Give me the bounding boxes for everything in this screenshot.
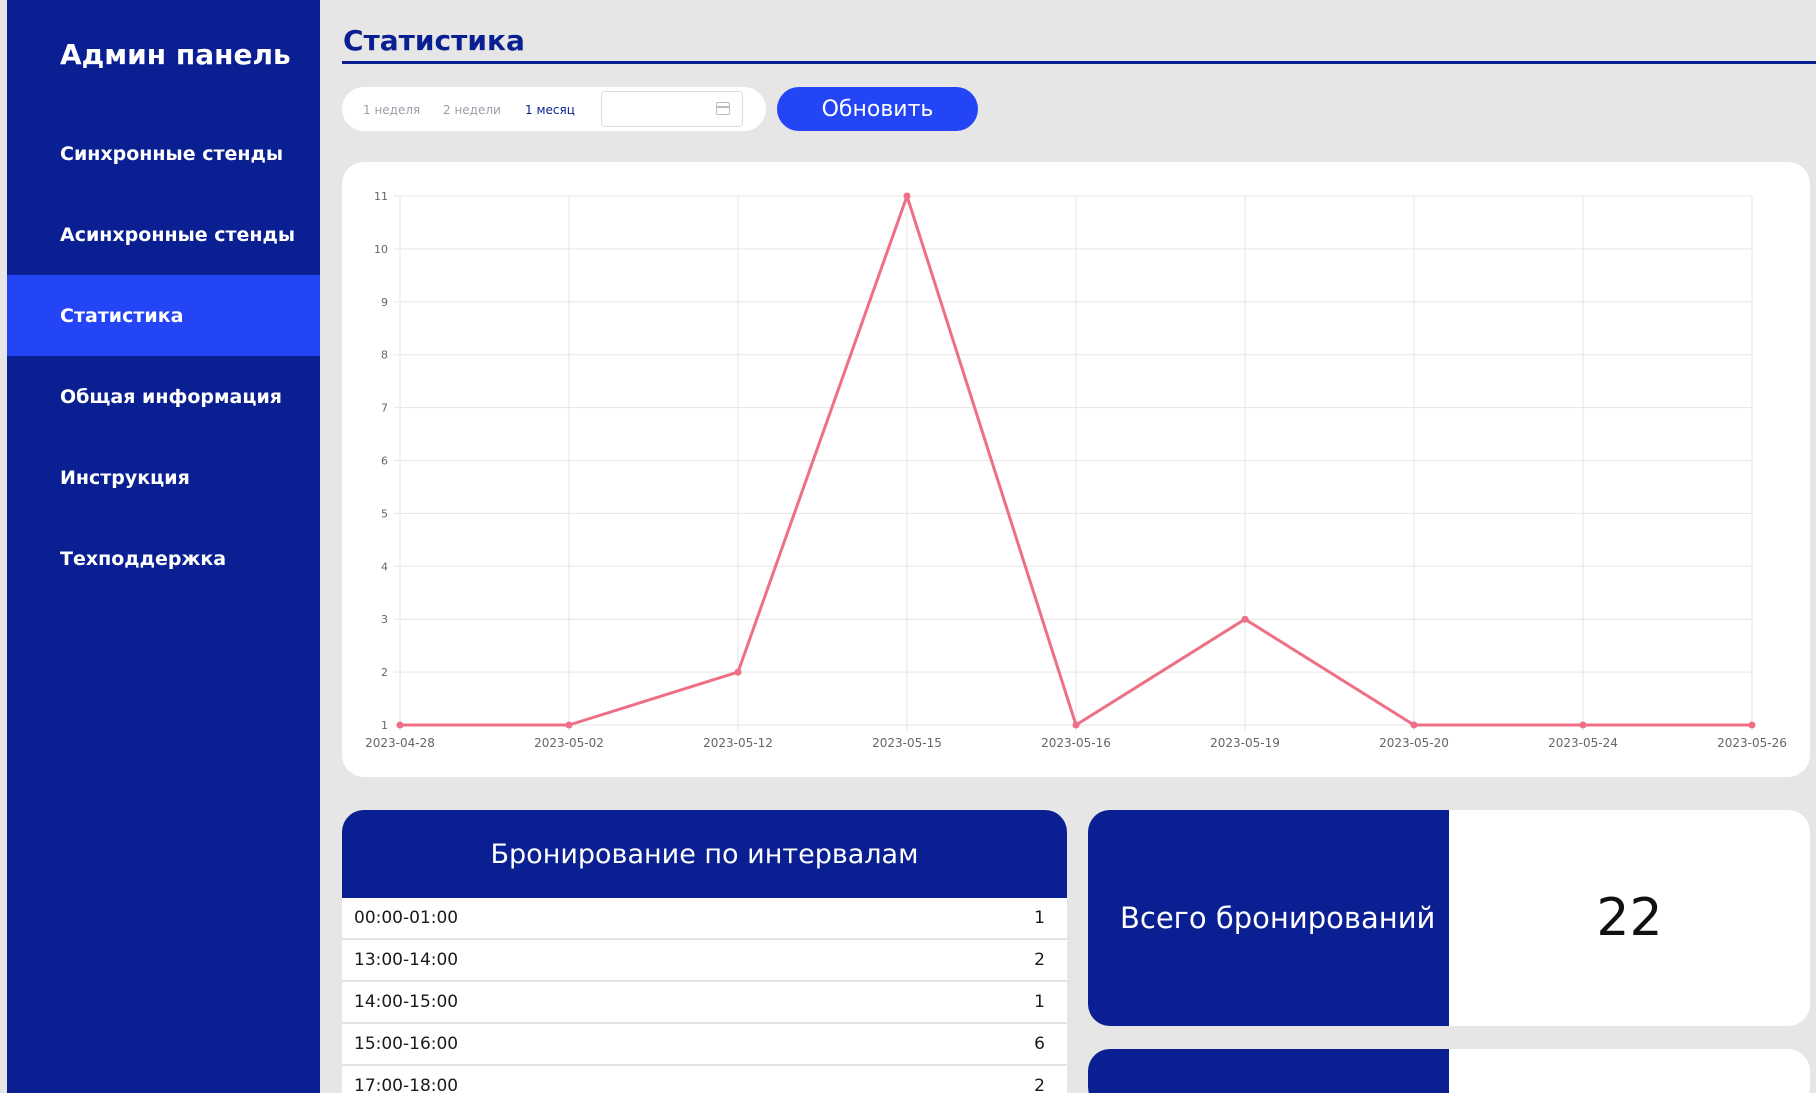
sidebar-item-async-stands[interactable]: Асинхронные стенды	[7, 194, 320, 275]
interval-count: 6	[1034, 1034, 1045, 1054]
y-tick-label: 5	[381, 507, 388, 520]
x-tick-label: 2023-05-12	[703, 736, 773, 750]
table-row: 15:00-16:00 6	[342, 1024, 1067, 1066]
x-tick-label: 2023-05-19	[1210, 736, 1280, 750]
table-row: 17:00-18:00 2	[342, 1066, 1067, 1093]
x-tick-label: 2023-05-02	[534, 736, 604, 750]
data-point	[1410, 721, 1418, 729]
sidebar: Админ панель Синхронные стенды Асинхронн…	[7, 0, 320, 1093]
sidebar-nav: Синхронные стенды Асинхронные стенды Ста…	[7, 113, 320, 599]
bookings-line-chart: 1 2 3 4 5 6 7 8 9 10 11 2023-04-28 2023-05-02 2023-05…	[365, 190, 1787, 750]
sidebar-item-sync-stands[interactable]: Синхронные стенды	[7, 113, 320, 194]
total-bookings-card: Всего бронирований 22	[1088, 810, 1810, 1026]
x-tick-label: 2023-05-20	[1379, 736, 1449, 750]
table-row: 00:00-01:00 1	[342, 898, 1067, 940]
period-1-week[interactable]: 1 неделя	[363, 103, 420, 117]
brand-title: Админ панель	[60, 38, 291, 71]
total-bookings-value: 22	[1596, 888, 1663, 948]
refresh-button[interactable]: Обновить	[777, 87, 978, 131]
data-point	[565, 721, 573, 729]
x-tick-label: 2023-05-24	[1548, 736, 1618, 750]
y-tick-label: 9	[381, 296, 388, 309]
period-2-weeks[interactable]: 2 недели	[443, 103, 501, 117]
y-tick-label: 6	[381, 455, 388, 468]
total-bookings-label: Всего бронирований	[1088, 810, 1449, 1026]
title-divider	[342, 61, 1816, 64]
interval-range: 00:00-01:00	[354, 908, 459, 928]
sidebar-item-statistics[interactable]: Статистика	[7, 275, 320, 356]
interval-range: 15:00-16:00	[354, 1034, 459, 1054]
data-point	[734, 668, 742, 676]
intervals-table: Бронирование по интервалам 00:00-01:00 1…	[342, 810, 1067, 1093]
x-tick-label: 2023-05-16	[1041, 736, 1111, 750]
second-stat-card	[1088, 1049, 1810, 1093]
table-row: 14:00-15:00 1	[342, 982, 1067, 1024]
period-1-month[interactable]: 1 месяц	[525, 103, 575, 117]
calendar-icon[interactable]	[716, 102, 730, 115]
interval-count: 2	[1034, 1076, 1045, 1093]
data-point	[1579, 721, 1587, 729]
page-title: Статистика	[343, 24, 525, 57]
y-tick-label: 10	[374, 243, 388, 256]
x-tick-label: 2023-05-15	[872, 736, 942, 750]
data-point	[1748, 721, 1756, 729]
data-point	[1072, 721, 1080, 729]
y-tick-label: 7	[381, 402, 388, 415]
x-tick-label: 2023-05-26	[1717, 736, 1787, 750]
y-tick-label: 3	[381, 613, 388, 626]
interval-count: 1	[1034, 992, 1045, 1012]
data-point	[1241, 615, 1249, 623]
y-tick-label: 4	[381, 560, 388, 573]
interval-range: 14:00-15:00	[354, 992, 459, 1012]
sidebar-item-instruction[interactable]: Инструкция	[7, 437, 320, 518]
y-tick-label: 11	[374, 190, 388, 203]
interval-range: 17:00-18:00	[354, 1076, 459, 1093]
bookings-chart-card: 1 2 3 4 5 6 7 8 9 10 11 2023-04-28 2023-05-02 2023-05…	[342, 162, 1810, 777]
interval-range: 13:00-14:00	[354, 950, 459, 970]
table-row: 13:00-14:00 2	[342, 940, 1067, 982]
y-tick-label: 2	[381, 666, 388, 679]
y-tick-label: 1	[381, 719, 388, 732]
x-tick-label: 2023-04-28	[365, 736, 435, 750]
second-stat-label	[1088, 1049, 1449, 1093]
data-point	[903, 192, 911, 200]
y-tick-label: 8	[381, 349, 388, 362]
sidebar-item-support[interactable]: Техподдержка	[7, 518, 320, 599]
interval-count: 2	[1034, 950, 1045, 970]
sidebar-item-general-info[interactable]: Общая информация	[7, 356, 320, 437]
date-input[interactable]	[601, 91, 743, 127]
data-point	[396, 721, 404, 729]
interval-count: 1	[1034, 908, 1045, 928]
intervals-title: Бронирование по интервалам	[342, 810, 1067, 898]
second-stat-value	[1449, 1049, 1810, 1093]
